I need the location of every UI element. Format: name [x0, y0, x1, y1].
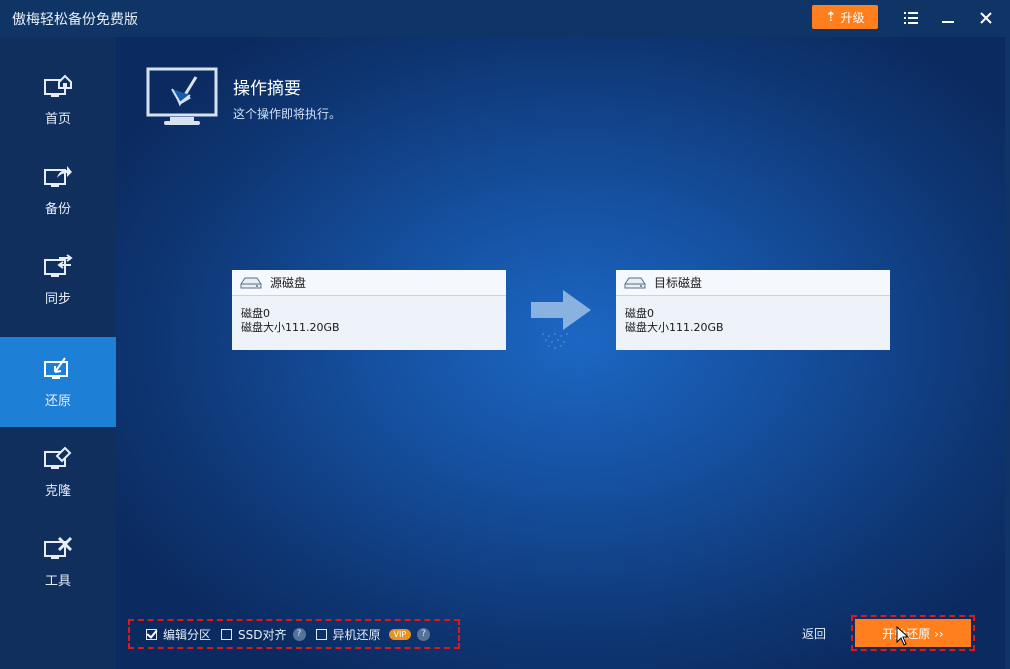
upgrade-label: 升级 [840, 10, 865, 25]
back-button[interactable]: 返回 [802, 625, 826, 642]
summary-title: 操作摘要 [233, 79, 301, 99]
universal-restore-help-icon[interactable]: ? [417, 627, 431, 641]
disk-icon [624, 277, 646, 288]
source-disk-size: 磁盘大小111.20GB [241, 321, 340, 334]
target-disk-name: 磁盘0 [625, 307, 654, 320]
backup-monitor-icon [44, 165, 72, 187]
window-border [1005, 37, 1010, 669]
sidebar-label-sync: 同步 [44, 291, 71, 307]
sidebar-label-backup: 备份 [44, 201, 71, 217]
summary-monitor-icon [146, 67, 218, 125]
title-bar: 傲梅轻松备份免费版 ⇡ 升级 [0, 0, 1010, 37]
minimize-icon [942, 21, 954, 23]
ssd-align-help-icon[interactable]: ? [292, 627, 306, 641]
summary-subtitle: 这个操作即将执行。 [233, 107, 342, 121]
source-disk-name: 磁盘0 [241, 307, 270, 320]
sidebar: 首页 备份 同步 还原 克隆 工具 [0, 37, 116, 669]
ssd-align-label: SSD对齐 [238, 627, 287, 642]
app-title: 傲梅轻松备份免费版 [12, 12, 138, 28]
source-disk-title: 源磁盘 [270, 276, 307, 290]
disk-icon [240, 277, 262, 288]
sidebar-label-home: 首页 [44, 111, 71, 127]
ssd-align-check-icon[interactable] [221, 628, 233, 640]
upgrade-arrow-icon: ⇡ [825, 9, 837, 25]
close-button[interactable] [974, 6, 998, 30]
main-panel: 操作摘要 这个操作即将执行。 源磁盘 磁盘0 磁盘大小111.20GB 目标磁盘… [116, 37, 1005, 669]
edit-partition-label: 编辑分区 [163, 627, 212, 642]
minimize-button[interactable] [936, 6, 960, 30]
target-disk-card: 目标磁盘 磁盘0 磁盘大小111.20GB [616, 270, 890, 350]
sidebar-label-restore: 还原 [44, 393, 71, 409]
sidebar-label-tools: 工具 [44, 573, 71, 589]
sidebar-label-clone: 克隆 [44, 483, 71, 499]
clone-monitor-icon [44, 446, 72, 469]
source-disk-header: 源磁盘 [232, 270, 506, 296]
edit-partition-checkbox[interactable]: 编辑分区 [146, 626, 211, 643]
mouse-cursor-icon [896, 626, 910, 646]
edit-partition-check-icon[interactable] [146, 628, 157, 640]
menu-button[interactable] [899, 6, 923, 30]
universal-restore-check-icon[interactable] [315, 628, 327, 640]
source-disk-card: 源磁盘 磁盘0 磁盘大小111.20GB [232, 270, 506, 350]
hamburger-menu-icon [904, 12, 918, 24]
home-monitor-icon [44, 74, 72, 97]
start-restore-button[interactable]: 开始还原 ›› [855, 619, 971, 647]
target-disk-title: 目标磁盘 [654, 276, 703, 290]
universal-restore-label: 异机还原 [332, 627, 381, 642]
sidebar-item-backup[interactable]: 备份 [0, 145, 116, 235]
target-disk-header: 目标磁盘 [616, 270, 890, 296]
right-arrow-icon [531, 290, 591, 349]
upgrade-button[interactable]: ⇡ 升级 [812, 5, 878, 29]
sidebar-item-sync[interactable]: 同步 [0, 235, 116, 325]
universal-restore-checkbox[interactable]: 异机还原 VIP ? [315, 626, 431, 643]
sidebar-item-home[interactable]: 首页 [0, 55, 116, 145]
target-disk-size: 磁盘大小111.20GB [625, 321, 724, 334]
sidebar-item-restore[interactable]: 还原 [0, 337, 116, 427]
sidebar-item-clone[interactable]: 克隆 [0, 427, 116, 517]
tools-monitor-icon [44, 536, 73, 559]
sidebar-item-tools[interactable]: 工具 [0, 517, 116, 607]
restore-monitor-icon [44, 356, 68, 379]
close-icon [980, 12, 992, 24]
options-group: 编辑分区 SSD对齐 ? 异机还原 VIP ? [128, 619, 460, 649]
sync-monitor-icon [44, 253, 73, 277]
start-restore-highlight: 开始还原 ›› [851, 615, 975, 651]
ssd-align-checkbox[interactable]: SSD对齐 ? [221, 626, 306, 643]
vip-badge: VIP [388, 628, 412, 640]
